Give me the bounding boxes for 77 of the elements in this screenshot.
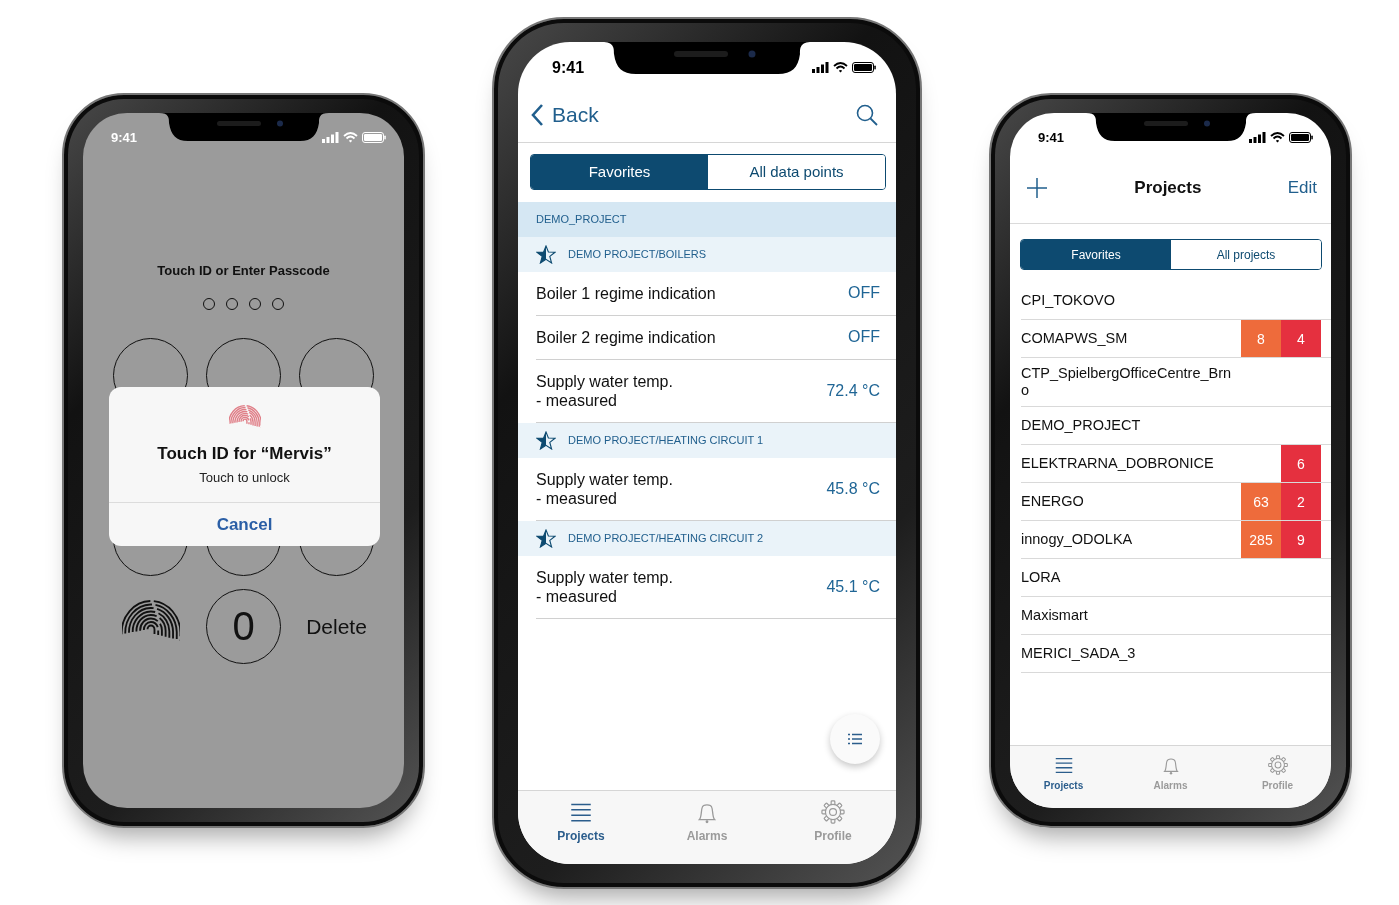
group-title: DEMO PROJECT/HEATING CIRCUIT 1: [568, 434, 764, 446]
project-name: ELEKTRARNA_DOBRONICE: [1021, 454, 1215, 473]
alarm-count: 285: [1241, 521, 1281, 558]
data-point-label: Boiler 2 regime indication: [536, 327, 716, 348]
signal-icon: [322, 131, 339, 143]
project-row[interactable]: ENERGO 63 2: [1021, 483, 1331, 521]
status-time: 9:41: [111, 129, 138, 145]
data-point-label: Supply water temp. - measured: [536, 371, 673, 411]
gear-icon: [820, 798, 846, 825]
project-name: Maxismart: [1021, 606, 1089, 625]
back-button[interactable]: Back: [530, 102, 599, 127]
data-point-value: 45.8 °C: [826, 479, 880, 498]
alarm-count: 4: [1281, 320, 1321, 357]
project-row[interactable]: CTP_SpielbergOfficeCentre_Brno: [1021, 358, 1331, 407]
chevron-left-icon: [530, 102, 544, 127]
project-name: COMAPWS_SM: [1021, 329, 1129, 348]
alarm-count: 9: [1281, 521, 1321, 558]
segment-tab[interactable]: Favorites: [531, 154, 708, 189]
data-point-row[interactable]: Boiler 1 regime indication OFF: [536, 271, 896, 316]
dialog-title: Touch ID for “Mervis”: [157, 444, 332, 464]
data-point-value: OFF: [848, 284, 880, 302]
alarm-count: 8: [1241, 320, 1281, 357]
wifi-icon: [343, 131, 358, 143]
group-title: DEMO PROJECT/HEATING CIRCUIT 2: [568, 532, 764, 544]
signal-icon: [1249, 131, 1266, 143]
project-name: innogy_ODOLKA: [1021, 530, 1134, 549]
data-point-label: Supply water temp. - measured: [536, 567, 673, 607]
battery-icon: [1289, 131, 1313, 143]
tab-bar-item[interactable]: Projects: [518, 790, 644, 864]
group-title: DEMO PROJECT/BOILERS: [568, 248, 707, 260]
battery-icon: [852, 62, 876, 73]
data-point-value: OFF: [848, 328, 880, 346]
project-name: CTP_SpielbergOfficeCentre_Brno: [1021, 364, 1233, 400]
search-icon[interactable]: [855, 102, 879, 127]
edit-button[interactable]: Edit: [1287, 178, 1317, 198]
alarm-count: 6: [1281, 445, 1321, 482]
dialog-subtitle: Touch to unlock: [199, 470, 290, 485]
data-point-value: 72.4 °C: [826, 381, 880, 400]
data-point-label: Supply water temp. - measured: [536, 469, 673, 509]
project-name: ENERGO: [1021, 492, 1085, 511]
data-point-row[interactable]: Supply water temp. - measured 72.4 °C: [536, 359, 896, 423]
star-icon: [536, 528, 556, 548]
project-row[interactable]: innogy_ODOLKA 285 9: [1021, 521, 1331, 559]
wifi-icon: [833, 62, 848, 73]
screen-title: Projects: [1134, 178, 1202, 198]
delete-button[interactable]: Delete: [306, 614, 367, 639]
battery-icon: [362, 131, 386, 143]
data-point-row[interactable]: Supply water temp. - measured 45.1 °C: [536, 555, 896, 619]
section-header: DEMO_PROJECT: [518, 201, 896, 237]
list-icon: [848, 732, 862, 745]
star-icon: [536, 430, 556, 450]
gear-icon: [1266, 754, 1289, 776]
project-row[interactable]: MERICI_SADA_3: [1021, 635, 1331, 673]
project-row[interactable]: Maxismart: [1021, 597, 1331, 635]
project-name: DEMO_PROJECT: [1021, 416, 1142, 435]
wifi-icon: [1270, 131, 1285, 143]
segment-tab[interactable]: Favorites: [1021, 240, 1171, 269]
cancel-button[interactable]: Cancel: [109, 502, 380, 546]
data-point-row[interactable]: Boiler 2 regime indication OFF: [536, 315, 896, 360]
data-point-row[interactable]: Supply water temp. - measured 45.8 °C: [536, 457, 896, 521]
data-point-label: Boiler 1 regime indication: [536, 283, 716, 304]
star-icon: [536, 244, 556, 264]
alarm-count: 2: [1281, 483, 1321, 520]
signal-icon: [812, 62, 829, 73]
passcode-prompt: Touch ID or Enter Passcode: [157, 263, 330, 278]
plus-icon[interactable]: [1026, 177, 1048, 199]
project-name: LORA: [1021, 568, 1062, 587]
project-row[interactable]: LORA: [1021, 559, 1331, 597]
project-name: MERICI_SADA_3: [1021, 644, 1137, 663]
data-point-value: 45.1 °C: [826, 577, 880, 596]
status-time: 9:41: [1038, 129, 1065, 145]
status-time: 9:41: [552, 58, 585, 77]
project-row[interactable]: COMAPWS_SM 8 4: [1021, 320, 1331, 358]
alarm-count: 63: [1241, 483, 1281, 520]
tab-bar-item[interactable]: Projects: [1010, 746, 1117, 808]
project-name: CPI_TOKOVO: [1021, 291, 1116, 310]
project-row[interactable]: ELEKTRARNA_DOBRONICE 6: [1021, 445, 1331, 483]
